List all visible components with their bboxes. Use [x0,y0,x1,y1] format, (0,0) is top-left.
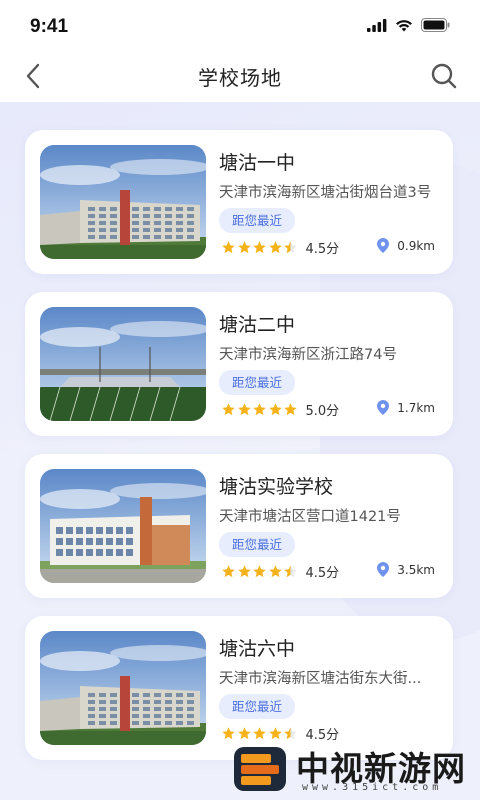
status-time: 9:41 [30,16,69,37]
star-icon [222,241,235,254]
search-icon [431,63,457,89]
school-name: 塘沽实验学校 [219,476,334,498]
distance-value: 3.5km [397,562,435,577]
star-icon [237,565,251,578]
school-name: 塘沽二中 [219,314,296,336]
school-card[interactable]: 塘沽一中天津市滨海新区塘沽街烟台道3号距您最近 4.5分 0.9km [25,130,453,274]
school-card[interactable]: 塘沽六中 天津市滨海新区塘沽街东大街... 距您最近 4.5分 [25,616,453,760]
star-half-icon [284,565,297,578]
nearest-badge: 距您最近 [219,208,296,233]
star-icon [253,565,266,578]
star-half-icon [284,241,297,254]
star-icon [268,403,282,416]
school-address: 天津市滨海新区塘沽街东大街... [219,671,422,687]
status-icons [367,18,450,32]
location-pin-icon [377,562,390,577]
star-icon [222,565,235,578]
school-card[interactable]: 塘沽实验学校天津市塘沽区营口道1421号距您最近 4.5分 3.5km [25,454,453,598]
star-icon [268,241,282,254]
school-address: 天津市塘沽区营口道1421号 [219,509,401,525]
star-icon [268,727,282,740]
page-title: 学校场地 [198,66,282,90]
star-half-icon [284,727,297,740]
wifi-icon [396,19,412,31]
school-card[interactable]: 塘沽二中天津市滨海新区浙江路74号距您最近 5.0分 1.7km [25,292,453,436]
status-bar: 9:41 [0,0,480,50]
nearest-badge: 距您最近 [219,532,296,557]
nav-bar: 学校场地 [0,50,480,102]
school-image [40,307,206,421]
location-pin-icon [377,238,390,253]
location-pin-icon [377,400,390,415]
school-image [40,145,206,259]
rating-value: 4.5分 [305,242,340,257]
star-icon [237,403,251,416]
star-icon [237,727,251,740]
signal-icon [367,18,387,32]
star-icon [284,403,297,416]
star-icon [222,403,235,416]
distance-value: 1.7km [397,400,435,415]
school-name: 塘沽一中 [219,152,296,174]
star-rating: 4.5分 [221,238,339,257]
rating-value: 4.5分 [305,566,340,581]
nearest-badge: 距您最近 [219,694,296,719]
distance: 3.5km [377,562,435,577]
school-address: 天津市滨海新区浙江路74号 [219,347,397,363]
school-image [40,469,206,583]
school-address: 天津市滨海新区塘沽街烟台道3号 [219,185,432,201]
battery-icon [421,18,450,32]
school-image [40,631,206,745]
school-name: 塘沽六中 [219,638,296,660]
watermark-logo [234,747,286,791]
star-icon [253,241,266,254]
nearest-badge: 距您最近 [219,370,296,395]
star-icon [268,565,282,578]
watermark-url: www.315ict.com [302,782,443,793]
star-rating: 4.5分 [221,562,339,581]
watermark: 中视新游网 www.315ict.com [232,740,480,800]
distance: 0.9km [377,238,435,253]
distance: 1.7km [377,400,435,415]
distance-value: 0.9km [397,238,435,253]
star-icon [253,403,266,416]
star-icon [222,727,235,740]
rating-value: 5.0分 [305,404,340,419]
search-button[interactable] [430,62,458,90]
star-icon [253,727,266,740]
star-icon [237,241,251,254]
star-rating: 5.0分 [221,400,339,419]
